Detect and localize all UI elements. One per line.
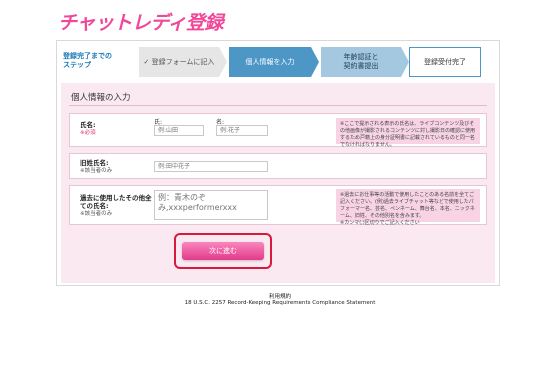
step-indicator: 登録完了までの ステップ ✓ 登録フォームに記入 個人情報を入力 年齢認証と 契… bbox=[61, 47, 495, 77]
registration-frame: 登録完了までの ステップ ✓ 登録フォームに記入 個人情報を入力 年齢認証と 契… bbox=[56, 40, 500, 286]
steps-title-line-1: 登録完了までの bbox=[63, 52, 112, 60]
old-name-label: 旧姓氏名: ※該当者のみ bbox=[80, 159, 112, 175]
last-name-input[interactable] bbox=[154, 125, 204, 136]
title-divider bbox=[69, 105, 487, 106]
first-name-input[interactable] bbox=[216, 125, 268, 136]
alias-hint: ※過去にお仕事等の活動で使用したことのある名前を全てご記入ください。(例)過去ラ… bbox=[336, 189, 480, 226]
step-arrow bbox=[401, 47, 409, 77]
personal-info-panel: 個人情報の入力 氏名: ※必須 氏: 名: ※ここで提示される表示の氏名は、ライ… bbox=[61, 83, 495, 283]
step-label: 年齢認証と 契約書提出 bbox=[343, 53, 379, 70]
old-name-label-text: 旧姓氏名: bbox=[80, 159, 109, 167]
steps-title: 登録完了までの ステップ bbox=[61, 47, 137, 77]
step-arrow bbox=[219, 47, 227, 77]
old-name-row: 旧姓氏名: ※該当者のみ bbox=[69, 153, 487, 179]
name-label-text: 氏名: bbox=[80, 121, 96, 129]
alias-label-line-1: 過去に使用したその他全 bbox=[80, 194, 152, 202]
old-name-input[interactable] bbox=[154, 161, 268, 172]
next-button[interactable]: 次に進む bbox=[182, 242, 264, 260]
form-title: 個人情報の入力 bbox=[71, 93, 131, 103]
step-form-entry: ✓ 登録フォームに記入 bbox=[139, 47, 219, 77]
step-label: ✓ 登録フォームに記入 bbox=[143, 57, 215, 66]
name-hint: ※ここで提示される表示の氏名は、ライブコンテンツ及びその他画像が撮影されるコンテ… bbox=[336, 118, 480, 148]
alias-label-line-2: ての氏名: bbox=[80, 202, 109, 210]
step-complete: 登録受付完了 bbox=[409, 47, 481, 77]
steps-title-line-2: ステップ bbox=[63, 61, 91, 69]
step-age-verification: 年齢認証と 契約書提出 bbox=[321, 47, 401, 77]
terms-link[interactable]: 利用規約 bbox=[0, 292, 560, 300]
optional-note: ※該当者のみ bbox=[80, 168, 113, 174]
name-row: 氏名: ※必須 氏: 名: ※ここで提示される表示の氏名は、ライブコンテンツ及び… bbox=[69, 113, 487, 148]
alias-textarea[interactable] bbox=[154, 190, 268, 220]
required-badge: ※必須 bbox=[80, 130, 96, 136]
compliance-statement-link[interactable]: 18 U.S.C. 2257 Record-Keeping Requiremen… bbox=[0, 300, 560, 306]
step-arrow bbox=[311, 47, 319, 77]
submit-highlight: 次に進む bbox=[174, 233, 272, 269]
site-logo: チャットレディ登録 bbox=[58, 12, 223, 34]
alias-row: 過去に使用したその他全 ての氏名: ※該当者のみ ※過去にお仕事等の活動で使用し… bbox=[69, 185, 487, 226]
name-label: 氏名: ※必須 bbox=[80, 121, 96, 137]
step-label: 個人情報を入力 bbox=[245, 57, 295, 66]
alias-label: 過去に使用したその他全 ての氏名: ※該当者のみ bbox=[80, 194, 152, 218]
optional-note: ※該当者のみ bbox=[80, 211, 113, 217]
step-personal-info: 個人情報を入力 bbox=[229, 47, 311, 77]
step-label: 登録受付完了 bbox=[424, 57, 466, 66]
